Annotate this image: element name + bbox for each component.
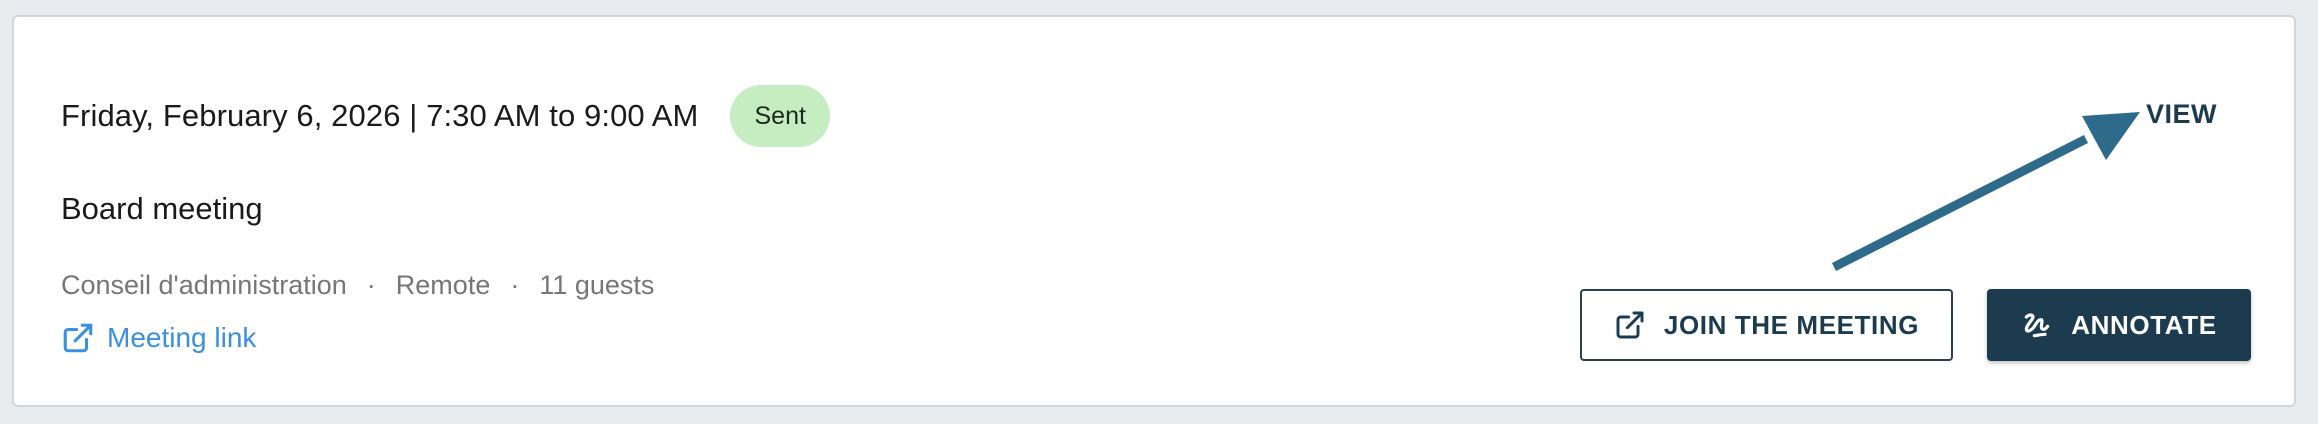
- event-card: Friday, February 6, 2026 | 7:30 AM to 9:…: [12, 15, 2296, 407]
- meta-separator: ·: [366, 270, 376, 300]
- event-group: Conseil d'administration: [61, 270, 347, 300]
- join-meeting-button[interactable]: JOIN THE MEETING: [1580, 289, 1953, 361]
- event-title: Board meeting: [61, 191, 263, 226]
- event-date-time: Friday, February 6, 2026 | 7:30 AM to 9:…: [61, 98, 699, 133]
- annotate-label: ANNOTATE: [2071, 309, 2217, 340]
- annotation-arrow: [1831, 112, 2140, 272]
- external-link-icon: [63, 323, 93, 353]
- view-link[interactable]: VIEW: [2146, 99, 2217, 130]
- event-location: Remote: [395, 270, 491, 300]
- annotate-button[interactable]: ANNOTATE: [1987, 289, 2251, 361]
- event-meta: Conseil d'administration · Remote · 11 g…: [61, 270, 654, 301]
- meeting-link[interactable]: Meeting link: [61, 321, 256, 355]
- external-link-icon: [1616, 311, 1644, 339]
- event-header: Friday, February 6, 2026 | 7:30 AM to 9:…: [61, 85, 830, 147]
- event-guests: 11 guests: [539, 270, 655, 300]
- meta-separator: ·: [510, 270, 520, 300]
- meeting-link-label: Meeting link: [107, 322, 257, 353]
- status-badge: Sent: [730, 85, 830, 147]
- signature-icon: [2025, 313, 2050, 338]
- join-meeting-label: JOIN THE MEETING: [1663, 309, 1920, 340]
